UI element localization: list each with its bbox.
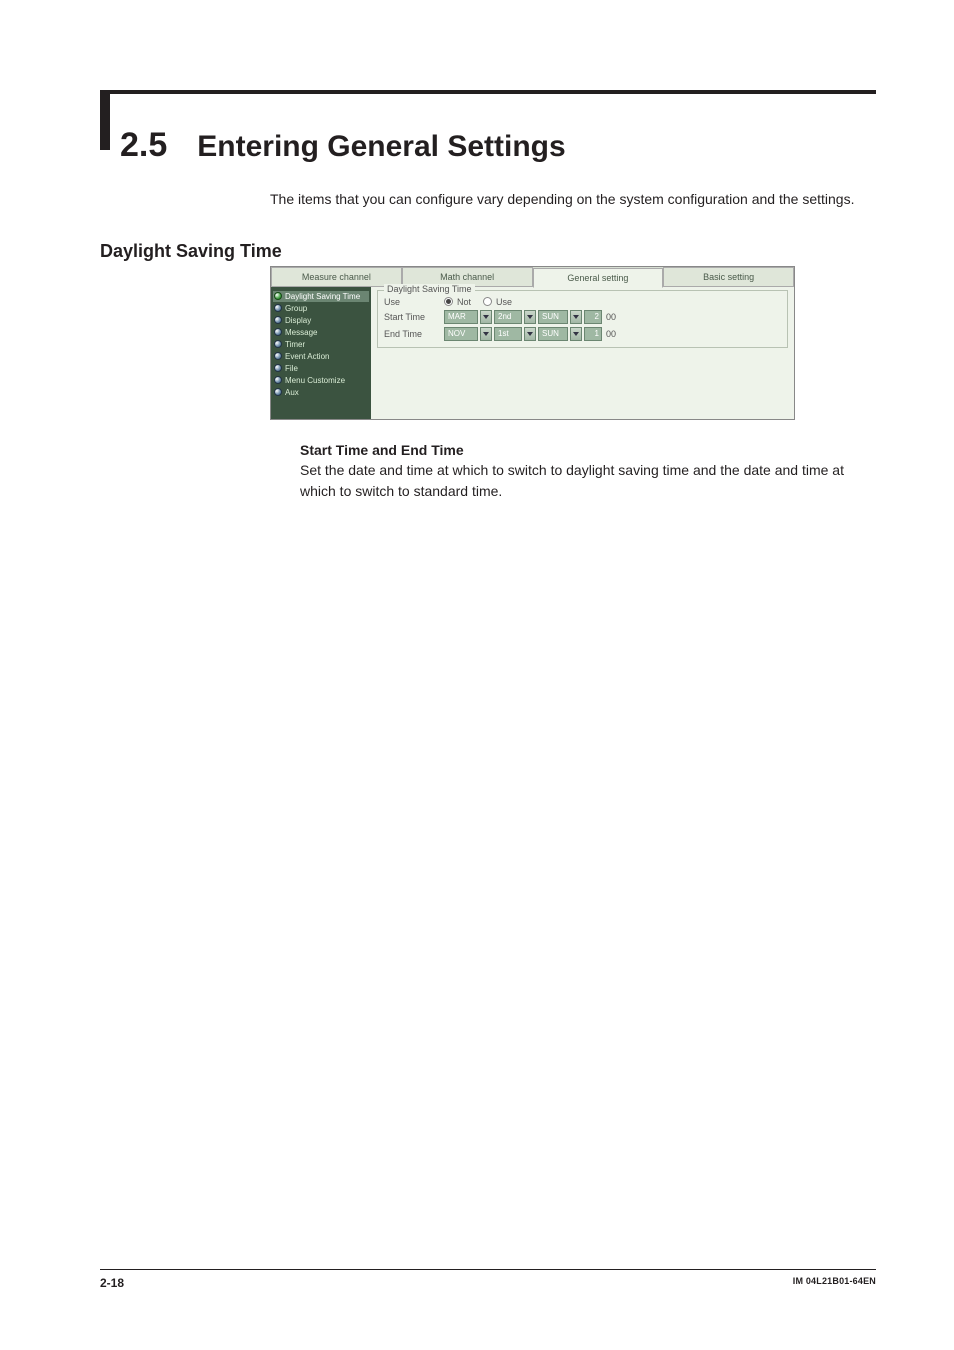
- document-id: IM 04L21B01-64EN: [793, 1276, 876, 1290]
- subsection-heading: Daylight Saving Time: [100, 241, 876, 262]
- sidebar-item-daylight-saving-time[interactable]: Daylight Saving Time: [273, 291, 369, 302]
- sidebar-item-event-action[interactable]: Event Action: [273, 351, 369, 362]
- fieldset-legend: Daylight Saving Time: [384, 284, 475, 294]
- page-footer: 2-18 IM 04L21B01-64EN: [100, 1269, 876, 1290]
- select-value: 1: [595, 329, 599, 338]
- tab-general-setting[interactable]: General setting: [533, 268, 664, 288]
- bullet-icon: [274, 376, 282, 384]
- bullet-icon: [274, 352, 282, 360]
- content-pane: Daylight Saving Time Use Not Use Start T…: [371, 287, 794, 419]
- bullet-icon: [274, 292, 282, 300]
- use-radio-group: Not Use: [444, 297, 781, 307]
- dropdown-button[interactable]: [570, 310, 582, 324]
- end-hour-select[interactable]: 1: [584, 327, 602, 341]
- tab-basic-setting[interactable]: Basic setting: [663, 267, 794, 287]
- radio-not-label: Not: [457, 297, 471, 307]
- tab-label: Basic setting: [703, 272, 754, 282]
- sidebar-item-display[interactable]: Display: [273, 315, 369, 326]
- sidebar-item-label: File: [285, 364, 298, 373]
- start-time-row: MAR 2nd SUN 2 00: [444, 310, 781, 324]
- end-time-label: End Time: [384, 329, 444, 339]
- bullet-icon: [274, 388, 282, 396]
- intro-paragraph: The items that you can configure vary de…: [270, 189, 860, 211]
- select-value: 2nd: [498, 312, 511, 321]
- bullet-icon: [274, 328, 282, 336]
- page-number: 2-18: [100, 1276, 124, 1290]
- select-value: 1st: [498, 329, 509, 338]
- paragraph-heading: Start Time and End Time: [300, 442, 876, 458]
- sidebar: Daylight Saving Time Group Display Messa…: [271, 287, 371, 419]
- sidebar-item-label: Event Action: [285, 352, 329, 361]
- tab-label: Measure channel: [302, 272, 371, 282]
- end-min-text: 00: [606, 329, 616, 339]
- sidebar-item-label: Timer: [285, 340, 305, 349]
- sidebar-item-aux[interactable]: Aux: [273, 387, 369, 398]
- bullet-icon: [274, 316, 282, 324]
- end-month-select[interactable]: NOV: [444, 327, 478, 341]
- sidebar-item-label: Aux: [285, 388, 299, 397]
- end-week-select[interactable]: 1st: [494, 327, 522, 341]
- sidebar-item-timer[interactable]: Timer: [273, 339, 369, 350]
- use-label: Use: [384, 297, 444, 307]
- sidebar-item-label: Daylight Saving Time: [285, 292, 360, 301]
- radio-not[interactable]: [444, 297, 453, 306]
- bullet-icon: [274, 364, 282, 372]
- radio-use-label: Use: [496, 297, 512, 307]
- select-value: SUN: [542, 312, 559, 321]
- tab-bar: Measure channel Math channel General set…: [271, 267, 794, 287]
- settings-screenshot: Measure channel Math channel General set…: [270, 266, 795, 420]
- sidebar-item-label: Menu Customize: [285, 376, 345, 385]
- tab-measure-channel[interactable]: Measure channel: [271, 267, 402, 287]
- select-value: NOV: [448, 329, 465, 338]
- select-value: MAR: [448, 312, 466, 321]
- select-value: SUN: [542, 329, 559, 338]
- select-value: 2: [595, 312, 599, 321]
- title-marker: [100, 94, 110, 150]
- start-min-text: 00: [606, 312, 616, 322]
- start-time-label: Start Time: [384, 312, 444, 322]
- sidebar-item-label: Group: [285, 304, 307, 313]
- sidebar-item-menu-customize[interactable]: Menu Customize: [273, 375, 369, 386]
- start-day-select[interactable]: SUN: [538, 310, 568, 324]
- section-number: 2.5: [120, 126, 167, 165]
- dropdown-button[interactable]: [480, 310, 492, 324]
- sidebar-item-label: Display: [285, 316, 311, 325]
- dropdown-button[interactable]: [524, 310, 536, 324]
- title-rule: [100, 90, 876, 94]
- dropdown-button[interactable]: [480, 327, 492, 341]
- daylight-saving-time-fieldset: Daylight Saving Time Use Not Use Start T…: [377, 290, 788, 348]
- section-title: Entering General Settings: [197, 130, 565, 164]
- start-week-select[interactable]: 2nd: [494, 310, 522, 324]
- sidebar-item-group[interactable]: Group: [273, 303, 369, 314]
- start-month-select[interactable]: MAR: [444, 310, 478, 324]
- section-heading-row: 2.5 Entering General Settings: [100, 100, 876, 165]
- bullet-icon: [274, 304, 282, 312]
- paragraph-body: Set the date and time at which to switch…: [300, 460, 870, 503]
- sidebar-item-label: Message: [285, 328, 317, 337]
- bullet-icon: [274, 340, 282, 348]
- sidebar-item-message[interactable]: Message: [273, 327, 369, 338]
- tab-label: Math channel: [440, 272, 494, 282]
- end-day-select[interactable]: SUN: [538, 327, 568, 341]
- end-time-row: NOV 1st SUN 1 00: [444, 327, 781, 341]
- sidebar-item-file[interactable]: File: [273, 363, 369, 374]
- dropdown-button[interactable]: [524, 327, 536, 341]
- tab-label: General setting: [567, 273, 628, 283]
- start-hour-select[interactable]: 2: [584, 310, 602, 324]
- dropdown-button[interactable]: [570, 327, 582, 341]
- radio-use[interactable]: [483, 297, 492, 306]
